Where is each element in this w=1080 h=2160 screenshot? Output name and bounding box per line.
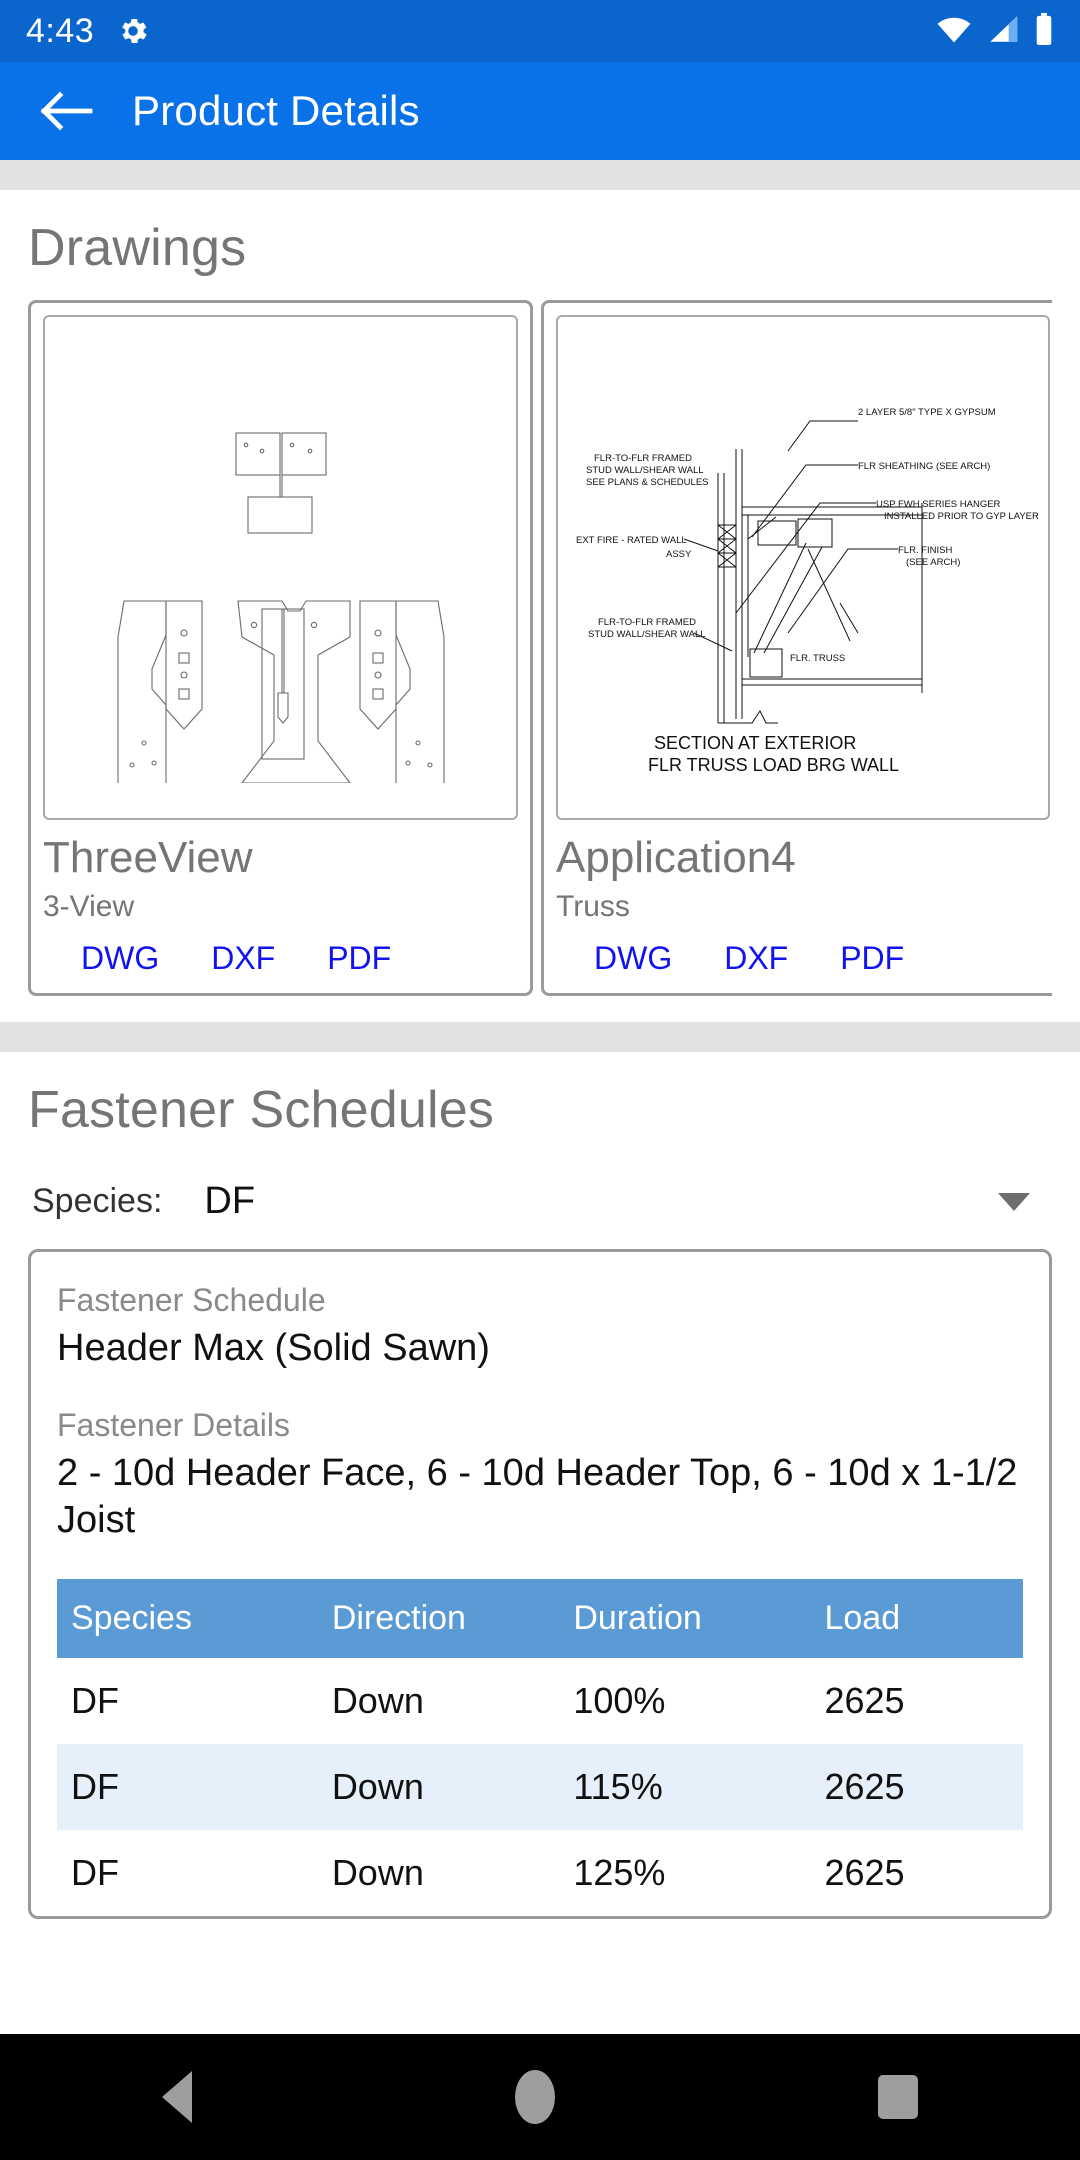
download-link-dxf[interactable]: DXF (724, 940, 788, 977)
cell-direction: Down (331, 1851, 424, 1893)
cell-duration: 100% (573, 1679, 666, 1721)
fastener-schedule-value: Header Max (Solid Sawn) (57, 1327, 490, 1370)
home-icon[interactable] (514, 2070, 555, 2124)
fastener-schedules-section: Fastener Schedules Species: DF Fastener … (0, 1052, 1080, 1919)
arrow-left-icon[interactable] (34, 79, 98, 143)
drawing-thumbnail-application4[interactable]: 2 LAYER 5/8" TYPE X GYPSUM FLR SHEATHING… (556, 315, 1050, 820)
svg-text:ASSY: ASSY (666, 549, 692, 560)
fastener-schedule-label: Fastener Schedule (57, 1282, 326, 1319)
cell-duration: 125% (573, 1851, 666, 1893)
svg-text:SEE PLANS & SCHEDULES: SEE PLANS & SCHEDULES (586, 477, 709, 488)
drawing-card-threeview[interactable]: ThreeView 3-View DWG DXF PDF (28, 300, 533, 997)
system-navigation-bar (0, 2034, 1080, 2160)
drawing-card-title: Application4 (556, 833, 796, 882)
scroll-content[interactable]: Drawings ThreeView 3-View DWG DXF PDF 2 … (0, 160, 1080, 2035)
column-header-direction: Direction (317, 1578, 560, 1658)
cell-species: DF (71, 1679, 119, 1721)
svg-text:2 LAYER 5/8" TYPE X GYPSUM: 2 LAYER 5/8" TYPE X GYPSUM (858, 407, 996, 418)
drawings-card-row[interactable]: ThreeView 3-View DWG DXF PDF 2 LAYER 5/8… (28, 300, 1052, 997)
fastener-load-table: Species Direction Duration Load DF Down … (57, 1578, 1023, 1916)
page-title: Product Details (132, 87, 420, 134)
cell-load: 2625 (824, 1851, 905, 1893)
fastener-details-label: Fastener Details (57, 1406, 290, 1443)
table-row: DF Down 125% 2625 (57, 1830, 1023, 1916)
fastener-details-value: 2 - 10d Header Face, 6 - 10d Header Top,… (57, 1451, 1018, 1542)
svg-text:FLR-TO-FLR FRAMED: FLR-TO-FLR FRAMED (598, 617, 696, 628)
species-filter[interactable]: Species: DF (28, 1162, 1052, 1249)
drawings-section: Drawings ThreeView 3-View DWG DXF PDF 2 … (0, 190, 1080, 997)
svg-text:(SEE ARCH): (SEE ARCH) (906, 557, 960, 568)
drawing-card-links[interactable]: DWG DXF PDF (556, 940, 1050, 977)
svg-text:FLR TRUSS LOAD BRG WALL: FLR TRUSS LOAD BRG WALL (648, 755, 899, 775)
column-header-load: Load (810, 1578, 1023, 1658)
status-time: 4:43 (26, 11, 95, 50)
status-icon-group (936, 12, 1054, 50)
drawing-card-subtitle: 3-View (43, 890, 135, 924)
column-header-duration: Duration (559, 1578, 811, 1658)
section-divider-top (0, 160, 1080, 190)
drawing-thumbnail-threeview[interactable] (43, 315, 518, 820)
download-link-dwg[interactable]: DWG (81, 940, 159, 977)
svg-text:SECTION AT EXTERIOR: SECTION AT EXTERIOR (654, 733, 856, 753)
recents-icon[interactable] (878, 2075, 919, 2119)
svg-text:EXT FIRE - RATED WALL: EXT FIRE - RATED WALL (576, 535, 687, 546)
cell-species: DF (57, 1743, 318, 1830)
species-label: Species: (32, 1182, 163, 1221)
cell-duration: 115% (559, 1743, 811, 1830)
drawing-card-title: ThreeView (43, 833, 253, 882)
svg-text:FLR SHEATHING (SEE ARCH): FLR SHEATHING (SEE ARCH) (858, 461, 990, 472)
app-screen: 4:43 Product Details Drawings ThreeView … (0, 0, 1080, 2160)
section-divider-middle (0, 1022, 1080, 1053)
drawing-card-links[interactable]: DWG DXF PDF (43, 940, 518, 977)
svg-text:STUD WALL/SHEAR WALL: STUD WALL/SHEAR WALL (588, 629, 706, 640)
download-link-dxf[interactable]: DXF (211, 940, 275, 977)
svg-text:USP FWH SERIES HANGER: USP FWH SERIES HANGER (876, 499, 1001, 510)
app-bar: Product Details (0, 62, 1080, 160)
fastener-schedule-card: Fastener Schedule Header Max (Solid Sawn… (28, 1249, 1052, 1919)
back-icon[interactable] (161, 2071, 192, 2123)
drawings-section-title: Drawings (28, 219, 247, 277)
download-link-dwg[interactable]: DWG (594, 940, 672, 977)
cell-species: DF (71, 1851, 119, 1893)
fastener-schedules-title: Fastener Schedules (28, 1081, 495, 1140)
signal-icon (986, 14, 1020, 49)
status-bar: 4:43 (0, 0, 1080, 62)
download-link-pdf[interactable]: PDF (840, 940, 904, 977)
cell-load: 2625 (810, 1743, 1023, 1830)
svg-text:INSTALLED PRIOR TO GYP LAYER: INSTALLED PRIOR TO GYP LAYER (884, 511, 1039, 522)
cell-load: 2625 (824, 1679, 905, 1721)
table-header-row: Species Direction Duration Load (57, 1578, 1023, 1658)
drawing-card-subtitle: Truss (556, 890, 630, 924)
download-link-pdf[interactable]: PDF (327, 940, 391, 977)
species-selected-value: DF (204, 1180, 256, 1223)
svg-text:FLR. FINISH: FLR. FINISH (898, 545, 953, 556)
svg-text:FLR-TO-FLR FRAMED: FLR-TO-FLR FRAMED (594, 453, 692, 464)
column-header-species: Species (57, 1578, 318, 1658)
table-row: DF Down 100% 2625 (57, 1658, 1023, 1744)
cell-direction: Down (317, 1743, 560, 1830)
cell-direction: Down (331, 1679, 424, 1721)
svg-text:FLR. TRUSS: FLR. TRUSS (790, 653, 845, 664)
table-row: DF Down 115% 2625 (57, 1743, 1023, 1830)
chevron-down-icon[interactable] (998, 1192, 1030, 1211)
gear-icon (116, 14, 150, 48)
drawing-card-application4[interactable]: 2 LAYER 5/8" TYPE X GYPSUM FLR SHEATHING… (541, 300, 1052, 997)
wifi-icon (936, 14, 972, 49)
svg-text:STUD WALL/SHEAR WALL: STUD WALL/SHEAR WALL (586, 465, 704, 476)
battery-icon (1034, 12, 1054, 50)
